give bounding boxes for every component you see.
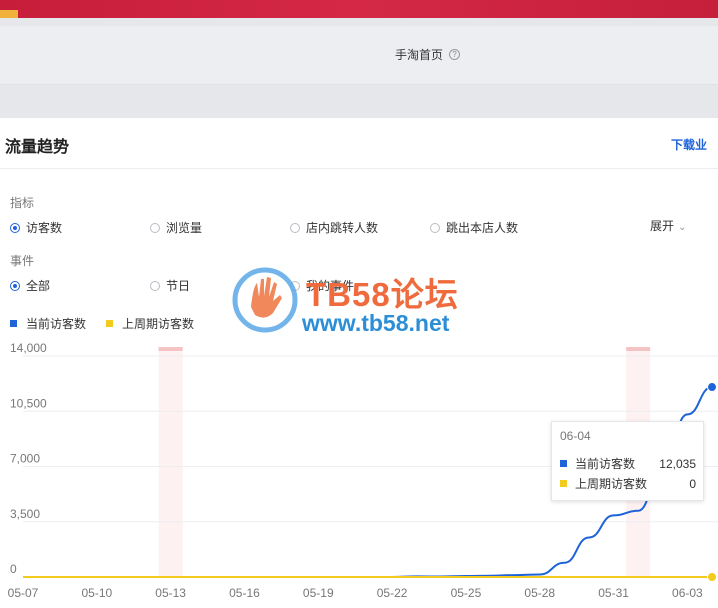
radio-circle-icon[interactable] xyxy=(10,222,20,233)
x-tick-label: 05-28 xyxy=(524,586,555,600)
legend-current-visitors[interactable]: 当前访客数 xyxy=(10,315,86,332)
download-link[interactable]: 下载业 xyxy=(671,136,707,153)
metric-radio-internal-jumps[interactable]: 店内跳转人数 xyxy=(290,219,378,236)
tooltip-value: 0 xyxy=(689,476,696,491)
metric-option-label: 访客数 xyxy=(26,221,63,235)
metric-radio-pageviews[interactable]: 浏览量 xyxy=(150,219,202,236)
expand-label: 展开 xyxy=(650,219,675,233)
x-tick-label: 06-03 xyxy=(672,586,703,600)
x-tick-label: 05-07 xyxy=(8,586,39,600)
metric-option-label: 跳出本店人数 xyxy=(446,221,519,235)
metric-radio-visitors[interactable]: 访客数 xyxy=(10,219,62,236)
banner-accent xyxy=(0,10,18,18)
x-tick-label: 05-13 xyxy=(155,586,186,600)
event-option-label: 全部 xyxy=(26,279,51,293)
legend-label: 当前访客数 xyxy=(26,317,87,331)
y-tick-label: 7,000 xyxy=(10,452,40,466)
radio-circle-icon[interactable] xyxy=(290,222,300,233)
legend-swatch-yellow xyxy=(106,320,113,327)
tooltip-row-previous: 上周期访客数 0 xyxy=(560,475,696,492)
nav-title[interactable]: 手淘首页 xyxy=(395,46,443,63)
legend-label: 上周期访客数 xyxy=(122,317,195,331)
chart-tooltip: 06-04 当前访客数 12,035 上周期访客数 0 xyxy=(551,421,704,501)
metric-option-label: 店内跳转人数 xyxy=(306,221,379,235)
radio-circle-icon[interactable] xyxy=(150,222,160,233)
chevron-down-icon: ⌄ xyxy=(678,222,687,233)
y-tick-label: 0 xyxy=(10,562,17,576)
metric-radio-bounces[interactable]: 跳出本店人数 xyxy=(430,219,518,236)
nav-strip xyxy=(0,26,718,85)
title-divider xyxy=(0,168,718,169)
event-band-marker xyxy=(158,347,183,351)
event-band-marker xyxy=(626,347,651,351)
x-tick-label: 05-25 xyxy=(451,586,482,600)
x-tick-label: 05-10 xyxy=(81,586,112,600)
y-tick-label: 10,500 xyxy=(10,396,47,410)
tooltip-label: 上周期访客数 xyxy=(575,477,648,491)
panel-title: 流量趋势 xyxy=(5,139,70,156)
radio-circle-icon[interactable] xyxy=(150,280,160,291)
top-banner xyxy=(0,0,718,18)
events-label: 事件 xyxy=(10,254,35,268)
metric-option-label: 浏览量 xyxy=(166,221,203,235)
event-radio-holidays[interactable]: 节日 xyxy=(150,277,190,294)
expand-toggle[interactable]: 展开 ⌄ xyxy=(650,217,686,234)
tooltip-label: 当前访客数 xyxy=(575,457,636,471)
watermark-hand-logo xyxy=(232,267,298,333)
radio-circle-icon[interactable] xyxy=(10,280,20,291)
tooltip-swatch-blue xyxy=(560,460,567,467)
y-tick-label: 3,500 xyxy=(10,507,40,521)
x-tick-label: 05-31 xyxy=(598,586,629,600)
data-point-current xyxy=(707,382,717,393)
event-option-label: 节日 xyxy=(166,279,191,293)
watermark-url: www.tb58.net xyxy=(302,310,450,336)
metrics-label: 指标 xyxy=(10,196,35,210)
tooltip-date: 06-04 xyxy=(560,429,591,443)
tooltip-value: 12,035 xyxy=(659,456,696,471)
legend-swatch-blue xyxy=(10,320,17,327)
help-icon[interactable]: ? xyxy=(449,49,460,60)
tooltip-swatch-yellow xyxy=(560,480,567,487)
x-tick-label: 05-19 xyxy=(303,586,334,600)
radio-circle-icon[interactable] xyxy=(430,222,440,233)
watermark-title: TB58论坛 xyxy=(306,276,459,313)
x-tick-label: 05-22 xyxy=(377,586,408,600)
event-radio-all[interactable]: 全部 xyxy=(10,277,50,294)
legend-previous-visitors[interactable]: 上周期访客数 xyxy=(106,315,194,332)
event-band xyxy=(158,347,183,577)
x-tick-label: 05-16 xyxy=(229,586,260,600)
data-point-previous xyxy=(707,572,717,582)
y-tick-label: 14,000 xyxy=(10,341,47,355)
tooltip-row-current: 当前访客数 12,035 xyxy=(560,455,696,472)
